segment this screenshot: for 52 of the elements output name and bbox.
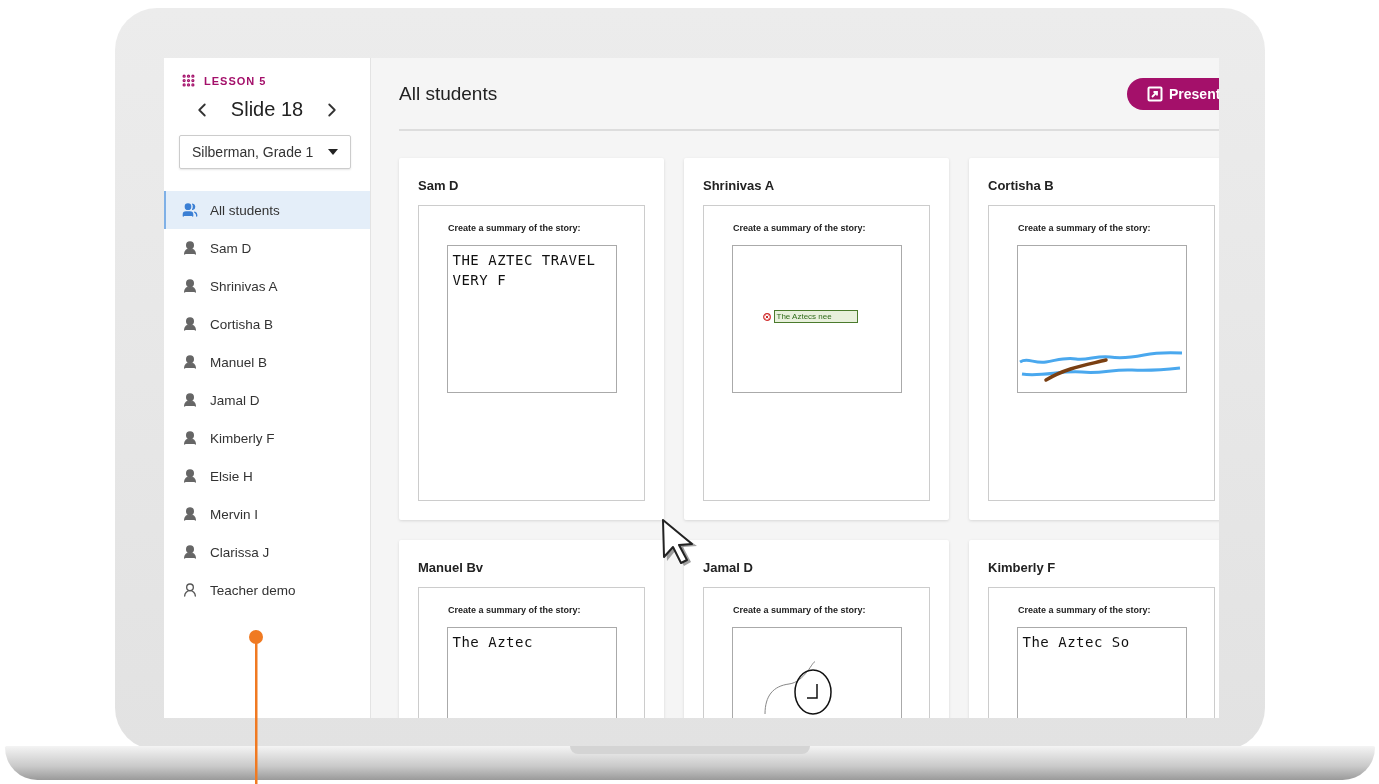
prompt-text: Create a summary of the story: xyxy=(1018,223,1151,233)
grid-icon xyxy=(181,73,196,88)
student-name: Manuel Bv xyxy=(418,560,484,575)
class-dropdown[interactable]: Silberman, Grade 1 xyxy=(179,135,351,169)
prompt-text: Create a summary of the story: xyxy=(733,223,866,233)
prompt-text: Create a summary of the story: xyxy=(1018,605,1151,615)
person-icon xyxy=(182,506,198,522)
person-icon xyxy=(182,354,198,370)
person-icon xyxy=(182,278,198,294)
sidebar-item[interactable]: Kimberly F xyxy=(164,419,370,457)
slide-title: Slide 18 xyxy=(230,98,304,121)
delete-icon xyxy=(762,312,771,321)
person-icon xyxy=(182,316,198,332)
student-card[interactable]: Jamal D Create a summary of the story: xyxy=(684,540,949,718)
present-icon xyxy=(1147,86,1163,102)
student-card[interactable]: Cortisha B Create a summary of the story: xyxy=(969,158,1219,520)
student-name: Cortisha B xyxy=(988,178,1055,193)
student-name: Sam D xyxy=(418,178,460,193)
sidebar-item[interactable]: Clarissa J xyxy=(164,533,370,571)
lesson-label: LESSON 5 xyxy=(204,74,267,87)
sidebar-item[interactable]: All students xyxy=(164,191,370,229)
person-icon xyxy=(182,544,198,560)
student-name: Jamal D xyxy=(703,560,754,575)
prompt-text: Create a summary of the story: xyxy=(733,605,866,615)
student-card[interactable]: Shrinivas A Create a summary of the story: The Aztecs nee xyxy=(684,158,949,520)
person-icon xyxy=(182,468,198,484)
text-box: The Aztecs nee xyxy=(773,310,858,323)
handwritten-text: The Aztec So xyxy=(1021,633,1131,652)
person-icon xyxy=(182,240,198,256)
sidebar-item[interactable]: Elsie H xyxy=(164,457,370,495)
student-name: Shrinivas A xyxy=(703,178,776,193)
sidebar-item[interactable]: Cortisha B xyxy=(164,305,370,343)
caret-icon xyxy=(328,149,338,155)
person-icon xyxy=(182,392,198,408)
person-icon xyxy=(182,430,198,446)
sidebar-item[interactable]: Mervin I xyxy=(164,495,370,533)
student-card[interactable]: Manuel Bv Create a summary of the story: The Aztec xyxy=(399,540,664,718)
handwritten-text: The Aztec xyxy=(451,633,534,652)
sidebar-item[interactable]: Manuel B xyxy=(164,343,370,381)
sidebar-item[interactable]: Sam D xyxy=(164,229,370,267)
student-card[interactable]: Sam D Create a summary of the story: THE AZTEC TRAVEL VERY F xyxy=(399,158,664,520)
sidebar-item[interactable]: Shrinivas A xyxy=(164,267,370,305)
page-title: All students xyxy=(399,83,498,105)
handwritten-text: THE AZTEC TRAVEL VERY F xyxy=(451,251,597,290)
sidebar-item[interactable]: Jamal D xyxy=(164,381,370,419)
prompt-text: Create a summary of the story: xyxy=(448,223,581,233)
student-name: Kimberly F xyxy=(988,560,1057,575)
sidebar-item[interactable]: Teacher demo xyxy=(164,571,370,609)
person-outline-icon xyxy=(182,582,198,598)
prompt-text: Create a summary of the story: xyxy=(448,605,581,615)
student-card[interactable]: Kimberly F Create a summary of the story: The Aztec So xyxy=(969,540,1219,718)
users-icon xyxy=(182,202,198,218)
